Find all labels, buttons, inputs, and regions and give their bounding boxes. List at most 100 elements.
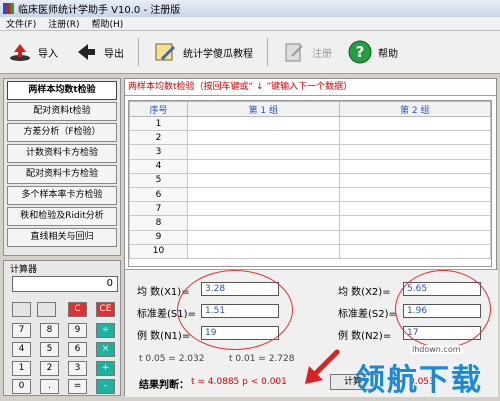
menu-register[interactable]: 注册(R) [42, 17, 85, 30]
row-index: 4 [129, 158, 188, 174]
toolbar-separator [138, 38, 139, 66]
calculator: 计算器 0 C CE 7 8 9 ÷ 4 5 6 × 1 2 3 + 0 . =… [3, 260, 121, 396]
group-1-cell[interactable] [187, 186, 340, 203]
group-2-cell[interactable] [338, 243, 491, 259]
sidebar-item-multi-rate-chi-square[interactable]: 多个样本率卡方检验 [7, 186, 117, 205]
title-bar: 临床医师统计学助手 V10.0 - 注册版 [0, 0, 500, 17]
group-2-cell[interactable] [338, 144, 491, 160]
menu-help[interactable]: 帮助(H) [85, 17, 129, 30]
import-button[interactable]: 导入 [0, 35, 66, 69]
column-header-group-1: 第 1 组 [187, 101, 340, 117]
group-2-mean-label: 均 数(X2)= [338, 287, 391, 298]
calc-key-c[interactable]: C [68, 302, 87, 317]
help-button[interactable]: ? 帮助 [340, 35, 406, 69]
calc-key-6[interactable]: 6 [68, 342, 87, 357]
group-2-cell[interactable] [338, 229, 491, 245]
table-row: 5 [129, 172, 491, 188]
row-index: 8 [129, 215, 188, 231]
group-1-cell[interactable] [187, 201, 340, 217]
group-2-cell[interactable] [338, 158, 491, 174]
calc-key-plus[interactable]: + [96, 361, 115, 376]
group-2-cell[interactable] [338, 201, 491, 217]
group-2-cell[interactable] [338, 172, 491, 188]
calc-key-divide[interactable]: ÷ [96, 323, 115, 338]
group-2-cell[interactable] [338, 215, 491, 231]
export-icon [74, 40, 98, 64]
import-icon [8, 40, 32, 64]
calc-key-9[interactable]: 9 [68, 323, 87, 338]
svg-text:?: ? [356, 43, 365, 61]
t-critical-005: t 0.05 = 2.032 [139, 354, 205, 364]
import-label: 导入 [38, 48, 58, 60]
table-row: 9 [129, 229, 491, 245]
table-row: 1 [129, 115, 491, 132]
group-2-cell[interactable] [338, 186, 491, 203]
calc-blank-key [12, 302, 31, 317]
t-critical-001: t 0.01 = 2.728 [229, 354, 295, 364]
calc-key-8[interactable]: 8 [40, 323, 59, 338]
group-1-cell[interactable] [187, 215, 340, 231]
highlight-circle [395, 270, 491, 348]
menu-file[interactable]: 文件(F) [0, 17, 42, 30]
calc-key-2[interactable]: 2 [40, 361, 59, 376]
tutorial-icon [153, 40, 177, 64]
calc-key-equals[interactable]: = [68, 379, 87, 394]
row-index: 9 [129, 229, 188, 245]
calc-key-1[interactable]: 1 [12, 361, 31, 376]
table-row: 6 [129, 186, 491, 203]
calc-key-7[interactable]: 7 [12, 323, 31, 338]
calc-key-3[interactable]: 3 [68, 361, 87, 376]
row-index: 3 [129, 144, 188, 160]
window-title: 临床医师统计学助手 V10.0 - 注册版 [18, 5, 181, 16]
sidebar-item-chi-square[interactable]: 计数资料卡方检验 [7, 144, 117, 163]
calc-key-minus[interactable]: - [96, 379, 115, 394]
watermark-url: lhdown.com [410, 345, 463, 354]
group-1-cell[interactable] [187, 243, 340, 259]
sidebar-item-linear-regression[interactable]: 直线相关与回归 [7, 228, 117, 247]
row-index: 6 [129, 186, 188, 203]
watermark: lhdown.com 领航下载 [355, 345, 500, 401]
group-1-cell[interactable] [187, 172, 340, 188]
row-index: 5 [129, 172, 188, 188]
table-row: 8 [129, 215, 491, 231]
calc-blank-key [37, 302, 56, 317]
register-label: 注册 [312, 48, 332, 60]
group-1-cell[interactable] [187, 115, 340, 132]
sidebar-item-rank-sum-ridit[interactable]: 秩和检验及Ridit分析 [7, 207, 117, 226]
group-2-cell[interactable] [338, 115, 491, 132]
group-1-cell[interactable] [187, 229, 340, 245]
sidebar-item-two-sample-t-test[interactable]: 两样本均数t检验 [7, 81, 117, 100]
calc-key-5[interactable]: 5 [40, 342, 59, 357]
calculator-title: 计算器 [10, 265, 38, 275]
group-2-cell[interactable] [338, 130, 491, 146]
table-row: 7 [129, 201, 491, 217]
group-2-n-label: 例 数(N2)= [338, 331, 392, 342]
group-1-cell[interactable] [187, 144, 340, 160]
sidebar: 两样本均数t检验 配对资料t检验 方差分析（F检验） 计数资料卡方检验 配对资料… [3, 78, 121, 256]
tutorial-label: 统计学傻瓜教程 [183, 48, 253, 60]
sidebar-item-anova[interactable]: 方差分析（F检验） [7, 123, 117, 142]
calc-key-4[interactable]: 4 [12, 342, 31, 357]
table-row: 10 [129, 243, 491, 259]
sidebar-item-paired-chi-square[interactable]: 配对资料卡方检验 [7, 165, 117, 184]
export-label: 导出 [104, 48, 124, 60]
help-icon: ? [348, 40, 372, 64]
calc-key-dot[interactable]: . [40, 379, 59, 394]
panel-header: 两样本均数t检验（按回车键或“ ↓ ”键输入下一个数据） [125, 79, 496, 96]
calculator-display: 0 [12, 276, 118, 292]
calc-key-0[interactable]: 0 [12, 379, 31, 394]
highlight-circle [177, 270, 293, 350]
row-index: 10 [129, 243, 188, 259]
tutorial-button[interactable]: 统计学傻瓜教程 [145, 35, 261, 69]
data-grid: 序号 第 1 组 第 2 组 1 2 3 4 5 6 7 8 9 10 [128, 100, 492, 267]
group-1-cell[interactable] [187, 130, 340, 146]
conclusion-label: 结果判断： [139, 380, 189, 391]
export-button[interactable]: 导出 [66, 35, 132, 69]
sidebar-item-paired-t-test[interactable]: 配对资料t检验 [7, 102, 117, 121]
calc-key-ce[interactable]: CE [96, 302, 115, 317]
toolbar-separator [267, 38, 268, 66]
register-button[interactable]: 注册 [274, 35, 340, 69]
group-1-n-label: 例 数(N1)= [137, 331, 191, 342]
group-1-cell[interactable] [187, 158, 340, 174]
calc-key-multiply[interactable]: × [96, 342, 115, 357]
